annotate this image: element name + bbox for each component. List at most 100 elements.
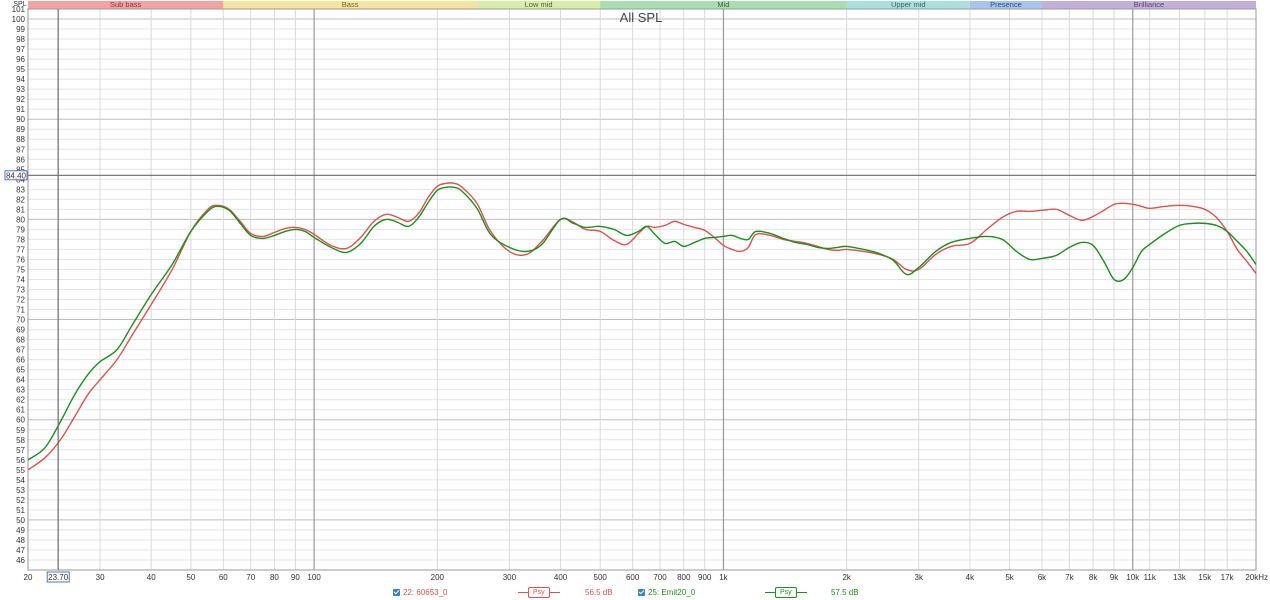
legend-name-1: 22: 60653_0 xyxy=(403,587,448,597)
x-tick-label: 600 xyxy=(626,573,640,582)
y-tick-label: 76 xyxy=(16,255,25,264)
x-tick-label: 10k xyxy=(1126,573,1140,582)
y-tick-label: 49 xyxy=(16,526,25,535)
y-tick-label: 48 xyxy=(16,536,25,545)
x-tick-label: 5k xyxy=(1005,573,1014,582)
spl-chart[interactable]: Sub bass Bass Low mid Mid Upper mid Presence B… xyxy=(0,0,1270,600)
band-label: Low mid xyxy=(525,0,553,9)
legend-smoothing-1[interactable]: Psy xyxy=(518,586,560,598)
y-tick-label: 70 xyxy=(16,316,25,325)
band-label: Bass xyxy=(342,0,359,9)
y-tick-label: 99 xyxy=(16,25,25,34)
x-tick-label: 4k xyxy=(966,573,975,582)
y-tick-label: 50 xyxy=(16,516,25,525)
legend-smoothing-2[interactable]: Psy xyxy=(765,586,807,598)
chart-title: All SPL xyxy=(620,10,663,25)
y-tick-label: 72 xyxy=(16,296,25,305)
y-tick-label: 92 xyxy=(16,95,25,104)
y-tick-label: 46 xyxy=(16,556,25,565)
y-tick-label: 81 xyxy=(16,205,25,214)
y-tick-label: 67 xyxy=(16,346,25,355)
y-tick-label: 74 xyxy=(16,275,25,284)
frequency-bands: Sub bass Bass Low mid Mid Upper mid Presence B… xyxy=(28,0,1256,9)
y-tick-label: 57 xyxy=(16,446,25,455)
legend-item-1[interactable]: 22: 60653_0 xyxy=(393,586,448,598)
x-tick-label: 50 xyxy=(186,573,195,582)
x-tick-label: 15k xyxy=(1198,573,1212,582)
y-tick-label: 78 xyxy=(16,235,25,244)
y-tick-label: 87 xyxy=(16,145,25,154)
y-tick-label: 86 xyxy=(16,155,25,164)
x-tick-label: 13k xyxy=(1173,573,1187,582)
cursor-y-readout: 84.40 xyxy=(6,171,27,180)
y-tick-label: 91 xyxy=(16,105,25,114)
y-tick-label: 58 xyxy=(16,436,25,445)
y-tick-label: 73 xyxy=(16,286,25,295)
y-tick-label: 80 xyxy=(16,215,25,224)
y-tick-label: 98 xyxy=(16,35,25,44)
y-tick-label: 66 xyxy=(16,356,25,365)
y-tick-label: 54 xyxy=(16,476,25,485)
y-tick-label: 77 xyxy=(16,245,25,254)
y-tick-label: 82 xyxy=(16,195,25,204)
legend-name-2: 25: Emit20_0 xyxy=(648,587,696,597)
x-tick-label: 20 xyxy=(24,573,33,582)
band-label: Mid xyxy=(717,0,729,9)
y-axis-label: SPL xyxy=(13,1,26,8)
y-tick-label: 71 xyxy=(16,306,25,315)
x-tick-label: 8k xyxy=(1089,573,1098,582)
x-tick-label: 9k xyxy=(1110,573,1119,582)
x-tick-label: 40 xyxy=(147,573,156,582)
x-tick-label: 900 xyxy=(698,573,712,582)
y-tick-label: 79 xyxy=(16,225,25,234)
x-tick-label: 300 xyxy=(503,573,517,582)
x-tick-label: 2k xyxy=(842,573,851,582)
x-tick-label: 3k xyxy=(915,573,924,582)
smoothing-badge-1[interactable]: Psy xyxy=(528,586,550,598)
x-tick-label: 800 xyxy=(677,573,691,582)
x-tick-label: 11k xyxy=(1144,573,1157,582)
x-tick-label: 100 xyxy=(307,573,321,582)
spl-graph-window: Sub bass Bass Low mid Mid Upper mid Presence B… xyxy=(0,0,1270,600)
y-tick-label: 65 xyxy=(16,366,25,375)
band-label: Brilliance xyxy=(1134,0,1164,9)
y-tick-label: 68 xyxy=(16,336,25,345)
y-tick-label: 56 xyxy=(16,456,25,465)
y-tick-label: 61 xyxy=(16,406,25,415)
legend-level-1: 56.5 dB xyxy=(585,586,613,598)
y-tick-label: 60 xyxy=(16,416,25,425)
x-tick-label: 400 xyxy=(554,573,568,582)
y-tick-label: 90 xyxy=(16,115,25,124)
y-tick-label: 96 xyxy=(16,55,25,64)
x-tick-label: 6k xyxy=(1038,573,1047,582)
x-tick-label: 1k xyxy=(719,573,728,582)
y-tick-label: 88 xyxy=(16,135,25,144)
y-tick-label: 59 xyxy=(16,426,25,435)
y-tick-label: 75 xyxy=(16,265,25,274)
x-tick-label: 30 xyxy=(96,573,105,582)
y-tick-label: 63 xyxy=(16,386,25,395)
y-tick-label: 83 xyxy=(16,185,25,194)
legend-item-2[interactable]: 25: Emit20_0 xyxy=(638,586,695,598)
x-tick-label: 7k xyxy=(1065,573,1074,582)
x-tick-label: 700 xyxy=(653,573,667,582)
x-tick-label: 17k xyxy=(1221,573,1235,582)
smoothing-badge-2[interactable]: Psy xyxy=(775,586,797,598)
x-tick-label: 200 xyxy=(431,573,445,582)
x-tick-label: 60 xyxy=(219,573,228,582)
y-tick-label: 94 xyxy=(16,75,25,84)
legend-level-2: 57.5 dB xyxy=(831,586,859,598)
y-tick-label: 47 xyxy=(16,546,25,555)
x-tick-label: 20kHz xyxy=(1245,573,1268,582)
y-tick-label: 52 xyxy=(16,496,25,505)
y-tick-label: 93 xyxy=(16,85,25,94)
x-tick-label: 70 xyxy=(246,573,255,582)
band-label: Upper mid xyxy=(891,0,926,9)
band-label: Sub bass xyxy=(110,0,142,9)
legend-checkbox-2[interactable] xyxy=(638,588,645,596)
y-tick-label: 69 xyxy=(16,326,25,335)
x-tick-label: 500 xyxy=(594,573,608,582)
legend-checkbox-1[interactable] xyxy=(393,588,400,596)
x-tick-label: 80 xyxy=(270,573,279,582)
y-tick-label: 64 xyxy=(16,376,25,385)
